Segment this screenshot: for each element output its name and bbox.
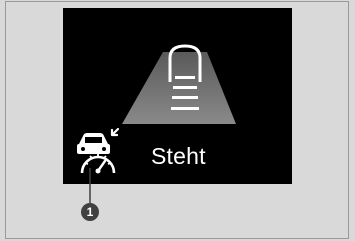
callout-number: 1 — [86, 205, 94, 219]
callout-overlay — [81, 168, 99, 221]
